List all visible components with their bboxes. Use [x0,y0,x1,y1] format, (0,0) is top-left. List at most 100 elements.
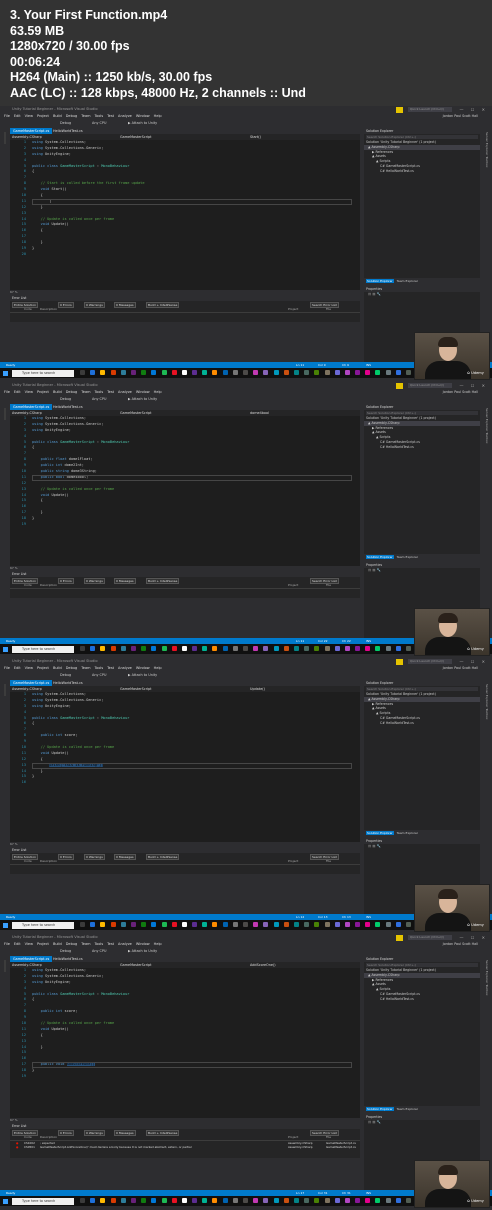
solution-search-input[interactable]: Search Solution Explorer (Ctrl+;) [366,963,478,967]
quick-launch-input[interactable]: Quick Launch (Ctrl+Q) [408,935,452,940]
side-tab[interactable] [4,132,6,144]
menu-item[interactable]: Debug [66,666,78,670]
taskbar-app-icon[interactable] [406,1198,411,1203]
solution-search-input[interactable]: Search Solution Explorer (Ctrl+;) [366,411,478,415]
taskbar-app-icon[interactable] [161,370,167,375]
taskbar-app-icon[interactable] [212,646,218,651]
taskbar-app-icon[interactable] [171,646,177,651]
taskbar-app-icon[interactable] [90,646,96,651]
platform-dropdown[interactable]: Any CPU [92,949,106,954]
taskbar-app-icon[interactable] [324,646,330,651]
user-account[interactable]: Jordan Paul Scott Hall [443,390,478,394]
taskbar-app-icon[interactable] [314,646,320,651]
menu-item[interactable]: Test [107,942,114,946]
taskbar-app-icon[interactable] [80,370,85,375]
taskbar-app-icon[interactable] [253,1198,259,1203]
window-controls[interactable]: — ☐ ✕ [460,107,488,112]
column-header[interactable]: Code [24,307,32,312]
feedback-flag-icon[interactable] [396,935,403,941]
taskbar-search-input[interactable]: Type here to search [12,645,74,653]
code-line[interactable]: 20 [10,252,360,258]
menu-item[interactable]: Tools [95,390,104,394]
taskbar-app-icon[interactable] [80,646,85,651]
user-account[interactable]: Jordan Paul Scott Hall [443,666,478,670]
windows-start-icon[interactable] [3,370,8,376]
taskbar-app-icon[interactable] [161,922,167,927]
taskbar-app-icon[interactable] [110,370,116,375]
taskbar-app-icon[interactable] [232,1198,238,1203]
taskbar-app-icon[interactable] [395,922,401,927]
menu-item[interactable]: Project [37,942,49,946]
taskbar-app-icon[interactable] [222,370,228,375]
taskbar-app-icon[interactable] [273,646,279,651]
column-header[interactable]: Project [288,859,298,864]
menu-item[interactable]: File [4,390,10,394]
menu-item[interactable]: Project [37,390,49,394]
taskbar-app-icon[interactable] [141,370,147,375]
menu-item[interactable]: Window [136,390,150,394]
tab-team-explorer[interactable]: Team Explorer [396,831,419,835]
taskbar-app-icon[interactable] [344,370,350,375]
taskbar-app-icon[interactable] [253,646,259,651]
column-header[interactable]: File [326,1135,331,1140]
taskbar-app-icon[interactable] [293,646,299,651]
menu-item[interactable]: Help [154,666,162,670]
taskbar-app-icon[interactable] [161,646,167,651]
menu-item[interactable]: Analyze [118,942,132,946]
code-line[interactable]: 19 [10,522,360,528]
menu-item[interactable]: Build [53,666,62,670]
properties-toolbar[interactable]: ▤ ▦ 🔧 [364,568,480,573]
taskbar-app-icon[interactable] [141,922,147,927]
menu-item[interactable]: Edit [14,666,21,670]
taskbar-app-icon[interactable] [385,1198,391,1203]
window-controls[interactable]: — ☐ ✕ [460,383,488,388]
properties-toolbar[interactable]: ▤ ▦ 🔧 [364,1120,480,1125]
taskbar-app-icon[interactable] [212,922,218,927]
zoom-level[interactable]: 67 % [10,1118,360,1123]
taskbar-app-icon[interactable] [90,1198,96,1203]
menu-item[interactable]: View [25,942,33,946]
taskbar-app-icon[interactable] [151,370,157,375]
menu-item[interactable]: Build [53,114,62,118]
taskbar-app-icon[interactable] [263,922,269,927]
taskbar-app-icon[interactable] [202,646,208,651]
menu-item[interactable]: View [25,390,33,394]
code-editor[interactable]: 1 using System.Collections; 2 using System.… [10,692,360,842]
windows-start-icon[interactable] [3,1198,8,1204]
menu-item[interactable]: Help [154,114,162,118]
taskbar-app-icon[interactable] [130,1198,136,1203]
taskbar-app-icon[interactable] [202,922,208,927]
menu-item[interactable]: Analyze [118,390,132,394]
menu-item[interactable]: Window [136,666,150,670]
taskbar-app-icon[interactable] [120,1198,126,1203]
taskbar-app-icon[interactable] [130,370,136,375]
taskbar-app-icon[interactable] [395,646,401,651]
taskbar-app-icon[interactable] [171,922,177,927]
taskbar-app-icon[interactable] [192,370,198,375]
column-header[interactable]: Code [24,859,32,864]
tab-solution-explorer[interactable]: Solution Explorer [366,555,394,559]
menu-item[interactable]: Team [81,942,90,946]
taskbar-app-icon[interactable] [120,370,126,375]
solution-search-input[interactable]: Search Solution Explorer (Ctrl+;) [366,135,478,139]
taskbar-app-icon[interactable] [151,646,157,651]
taskbar-app-icon[interactable] [344,646,350,651]
solution-tree-item[interactable]: C# HelloWorldTest.cs [364,445,480,450]
taskbar-app-icon[interactable] [141,646,147,651]
column-header[interactable]: File [326,583,331,588]
menu-item[interactable]: Analyze [118,114,132,118]
menu-item[interactable]: Tools [95,942,104,946]
taskbar-app-icon[interactable] [232,922,238,927]
column-header[interactable]: Description [40,307,57,312]
taskbar-app-icon[interactable] [293,922,299,927]
taskbar-app-icon[interactable] [283,646,289,651]
taskbar-app-icon[interactable] [375,922,381,927]
code-editor[interactable]: 1 using System.Collections; 2 using System.… [10,968,360,1118]
taskbar-app-icon[interactable] [181,922,187,927]
side-tab[interactable] [4,684,6,696]
taskbar-app-icon[interactable] [324,922,330,927]
column-header[interactable]: File [326,307,331,312]
taskbar-app-icon[interactable] [181,1198,187,1203]
properties-toolbar[interactable]: ▤ ▦ 🔧 [364,292,480,297]
taskbar-app-icon[interactable] [375,1198,381,1203]
